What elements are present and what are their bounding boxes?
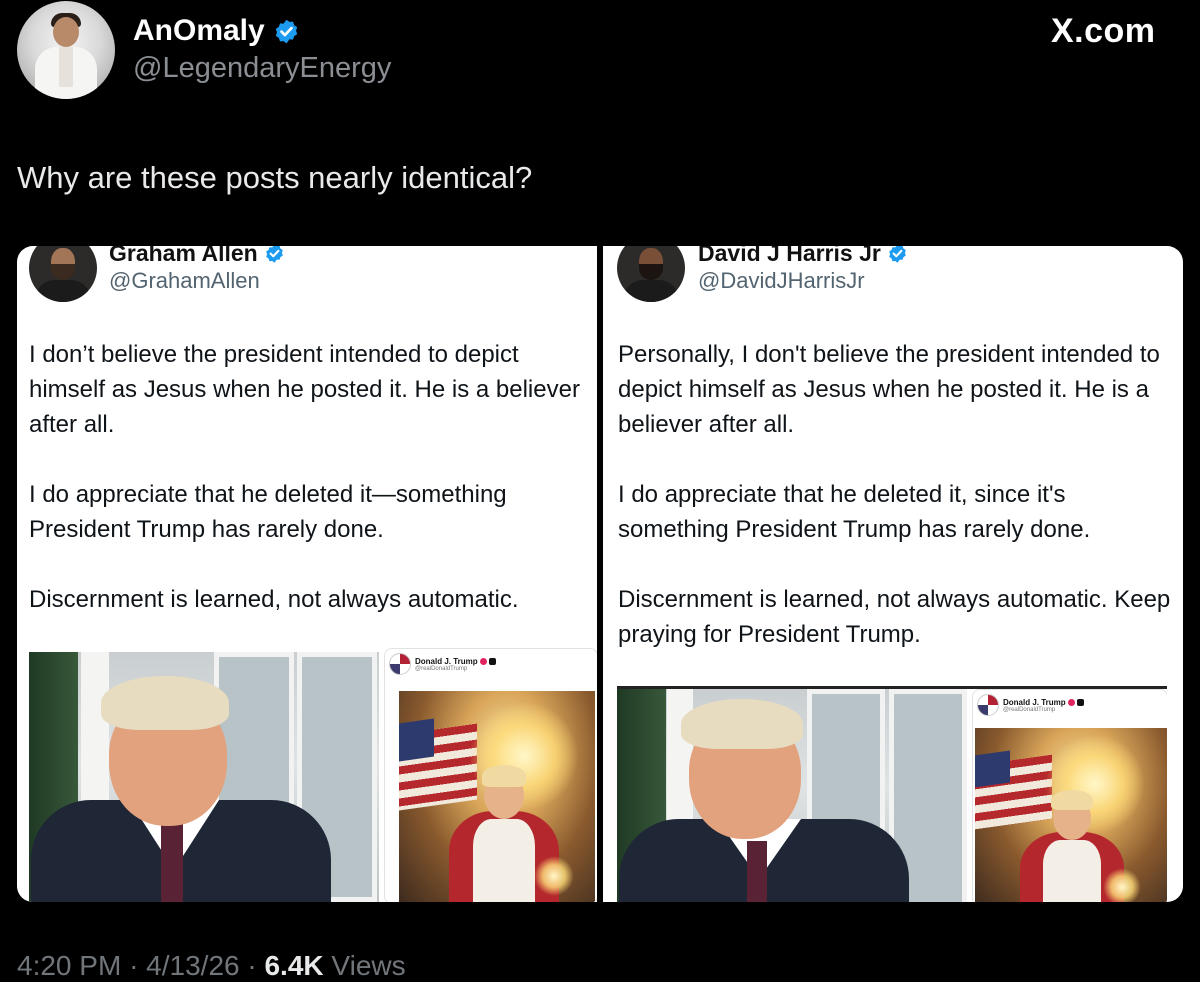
embed-name: Donald J. Trump (1003, 697, 1066, 707)
author-avatar[interactable] (17, 1, 115, 99)
quoted-paragraph: Personally, I don't believe the presiden… (618, 341, 1160, 438)
quoted-paragraph: I don’t believe the president intended t… (29, 341, 580, 438)
screenshot-left: Graham Allen @GrahamAllen I don’t believ… (17, 246, 597, 902)
author-name-row[interactable]: AnOmaly (133, 14, 300, 48)
embed-name: Donald J. Trump (415, 656, 478, 666)
brand-label: X.com (1051, 12, 1156, 50)
truth-avatar (977, 694, 999, 716)
views-label: Views (331, 950, 406, 981)
footer-separator: · (129, 950, 139, 981)
post-date[interactable]: 4/13/26 (146, 950, 239, 981)
quoted-paragraph: Discernment is learned, not always autom… (618, 586, 1171, 648)
quoted-name-row: David J Harris Jr (698, 246, 908, 267)
verified-badge-icon (273, 18, 300, 45)
photo-trump-podium (29, 652, 379, 902)
quoted-name: Graham Allen (109, 246, 258, 266)
quoted-paragraph: Discernment is learned, not always autom… (29, 586, 519, 613)
quoted-media: Donald J. Trump @realDonaldTrump (29, 648, 597, 902)
painting-image (399, 691, 595, 902)
quoted-media: Donald J. Trump @realDonaldTrump (617, 686, 1167, 902)
embed-handle: @realDonaldTrump (1003, 706, 1056, 713)
photo-trump-podium (617, 689, 967, 902)
post-footer: 4:20 PM · 4/13/26 · 6.4K Views (17, 950, 406, 982)
views-count[interactable]: 6.4K (264, 950, 323, 981)
embed-handle: @realDonaldTrump (415, 665, 468, 672)
screenshot-right: David J Harris Jr @DavidJHarrisJr Person… (603, 246, 1183, 902)
quoted-handle: @GrahamAllen (109, 268, 260, 293)
truth-avatar (389, 653, 411, 675)
author-name[interactable]: AnOmaly (133, 14, 265, 48)
quoted-body: I don’t believe the president intended t… (29, 337, 589, 652)
verified-badge-icon (887, 246, 908, 264)
post-text: Why are these posts nearly identical? (17, 160, 533, 195)
embedded-truth-post: Donald J. Trump @realDonaldTrump (384, 648, 597, 902)
quoted-paragraph: I do appreciate that he deleted it—somet… (29, 481, 507, 543)
quoted-name: David J Harris Jr (698, 246, 881, 266)
quoted-handle: @DavidJHarrisJr (698, 268, 865, 293)
x-logo-icon: X.com (1051, 12, 1156, 51)
verified-badge-icon (264, 246, 285, 264)
quoted-name-row: Graham Allen (109, 246, 285, 267)
painting-image (975, 728, 1167, 902)
embedded-truth-post: Donald J. Trump @realDonaldTrump (972, 689, 1167, 902)
quoted-body: Personally, I don't believe the presiden… (618, 337, 1178, 687)
footer-separator: · (247, 950, 257, 981)
quoted-avatar (29, 246, 97, 302)
quoted-avatar (617, 246, 685, 302)
quoted-paragraph: I do appreciate that he deleted it, sinc… (618, 481, 1091, 543)
author-handle[interactable]: @LegendaryEnergy (133, 52, 391, 85)
post-time[interactable]: 4:20 PM (17, 950, 121, 981)
